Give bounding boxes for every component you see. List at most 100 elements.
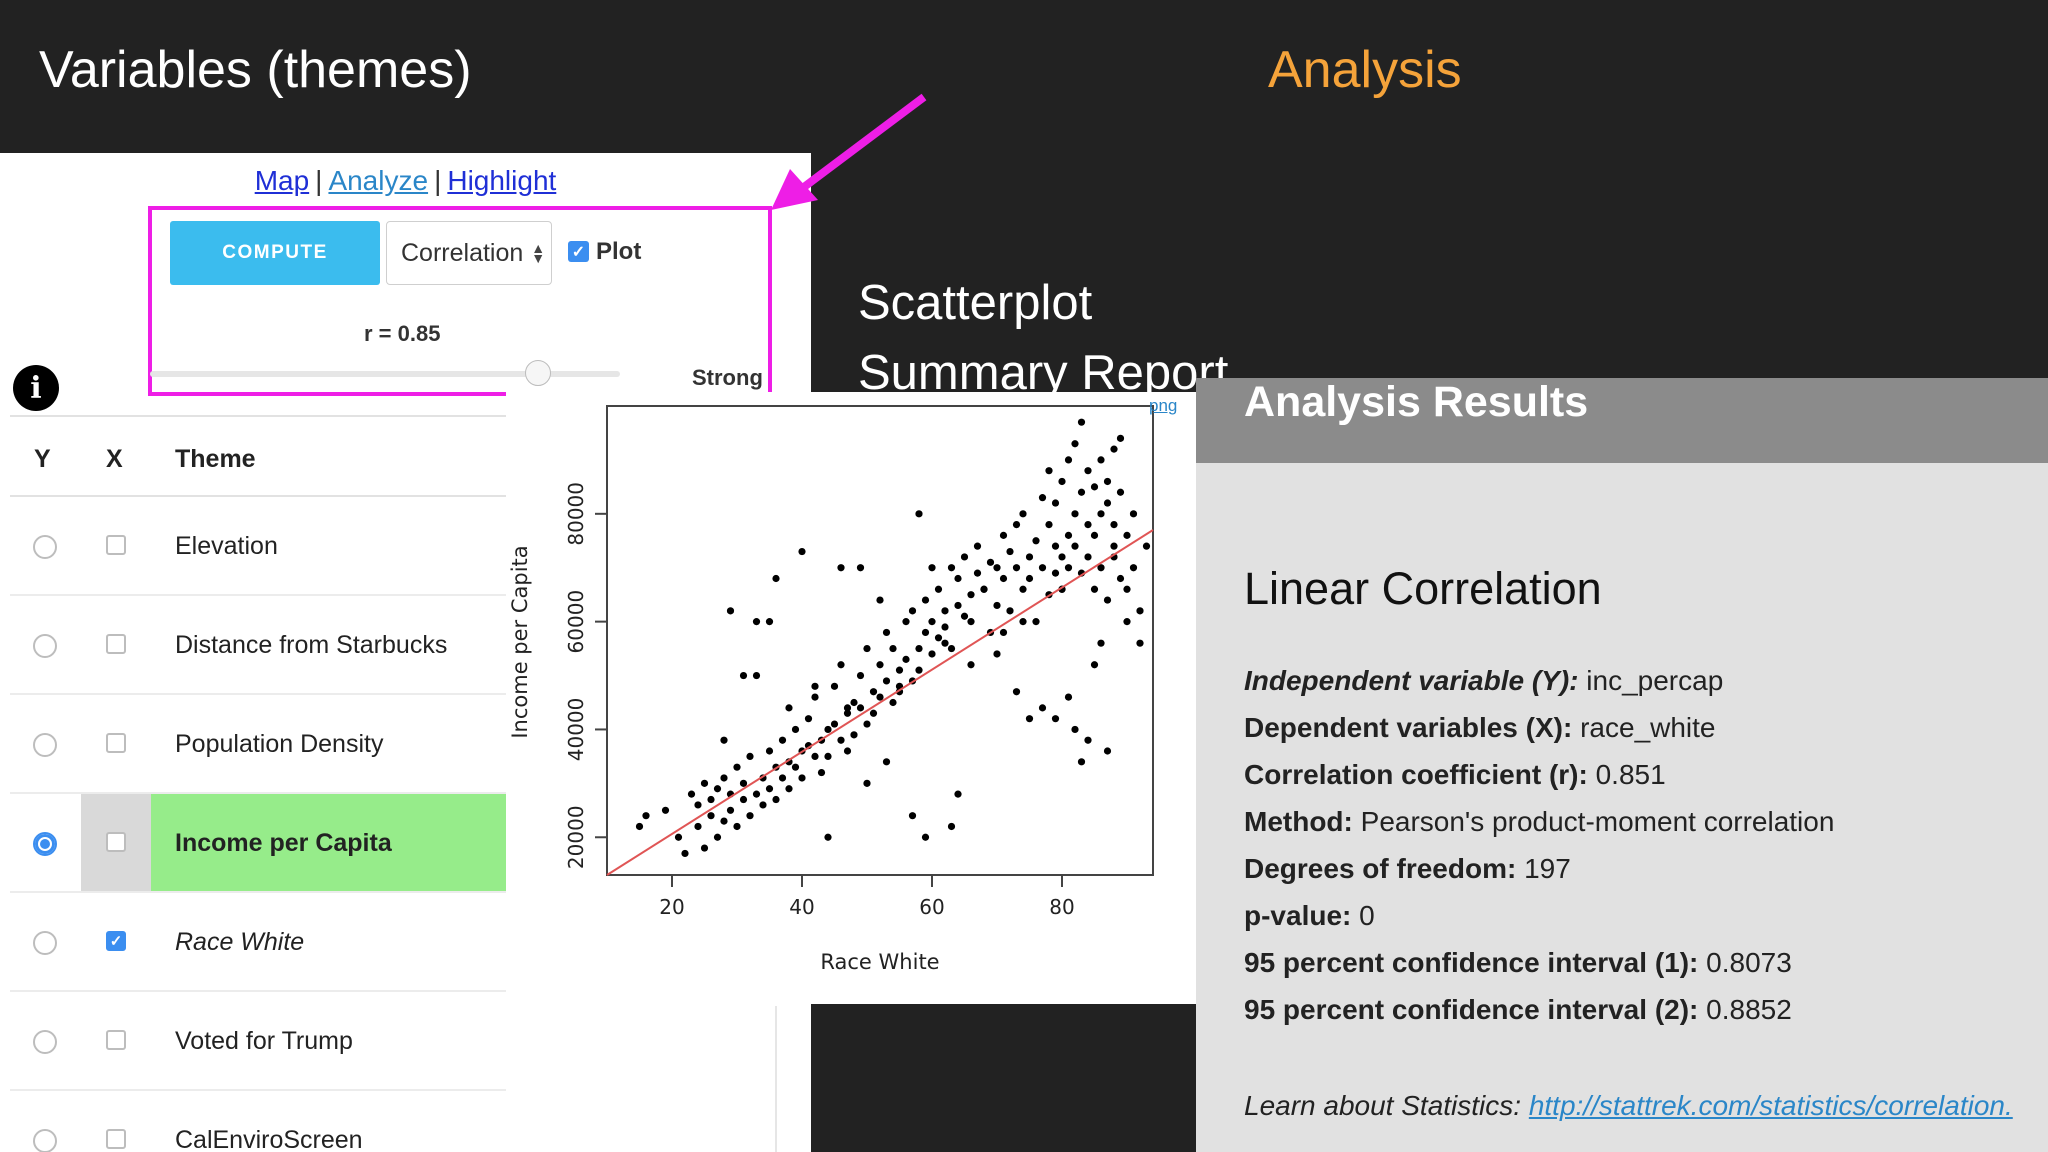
x-checkbox[interactable]: ✓	[106, 931, 126, 951]
data-point	[1064, 456, 1073, 464]
data-point	[1097, 639, 1105, 647]
x-checkbox[interactable]	[106, 1129, 126, 1149]
result-key: p-value:	[1244, 900, 1352, 931]
data-point	[733, 822, 741, 831]
data-point	[928, 618, 936, 626]
result-key: Degrees of freedom:	[1244, 853, 1517, 884]
data-point	[1006, 547, 1014, 556]
data-point	[895, 666, 904, 674]
data-point	[1038, 564, 1047, 572]
data-point	[960, 612, 969, 620]
data-point	[811, 752, 819, 761]
tab-analyze[interactable]: Analyze	[328, 165, 428, 196]
data-point	[869, 709, 878, 717]
y-radio[interactable]	[33, 535, 57, 559]
data-point	[739, 795, 748, 804]
y-radio[interactable]	[33, 1030, 57, 1054]
x-checkbox[interactable]	[106, 634, 126, 654]
data-point	[642, 812, 650, 820]
data-point	[947, 564, 956, 572]
data-point	[941, 607, 949, 615]
data-point	[1077, 418, 1086, 426]
data-point	[1012, 688, 1021, 696]
result-key: Independent variable (Y):	[1244, 665, 1579, 696]
info-icon[interactable]: i	[13, 365, 59, 411]
data-point	[674, 833, 683, 841]
data-point	[941, 639, 949, 647]
slide-title-analysis: Analysis	[1268, 41, 1462, 99]
table-row[interactable]: Population Density	[10, 695, 506, 794]
data-point	[759, 801, 767, 809]
slide-title-variables: Variables (themes)	[39, 41, 472, 99]
panel-divider	[775, 1006, 777, 1152]
select-arrows-icon: ▲ ▼	[531, 240, 546, 266]
result-value: 0	[1359, 900, 1375, 931]
learn-statistics-link[interactable]: http://stattrek.com/statistics/correlati…	[1529, 1090, 2013, 1121]
tab-map[interactable]: Map	[255, 165, 309, 196]
table-row[interactable]: Distance from Starbucks	[10, 596, 506, 695]
x-checkbox[interactable]	[106, 733, 126, 753]
annotation-arrow-shaft	[797, 93, 927, 194]
data-point	[1129, 564, 1138, 572]
results-title: Analysis Results	[1244, 378, 1589, 426]
theme-name: Voted for Trump	[175, 1027, 353, 1055]
header-theme: Theme	[175, 445, 256, 473]
table-row[interactable]: Voted for Trump	[10, 992, 506, 1091]
table-row[interactable]: Income per Capita	[10, 794, 506, 893]
x-checkbox[interactable]	[106, 832, 126, 852]
data-point	[954, 790, 962, 798]
plot-checkbox[interactable]: ✓	[568, 241, 589, 262]
data-point	[1116, 488, 1125, 496]
analysis-results-panel: Analysis Results Linear Correlation Inde…	[1196, 378, 2048, 1152]
data-point	[765, 618, 774, 626]
strength-slider-thumb[interactable]	[525, 360, 551, 386]
data-point	[999, 628, 1008, 637]
data-point	[707, 812, 715, 820]
result-value: race_white	[1580, 712, 1716, 743]
data-point	[1136, 639, 1144, 647]
result-row: 95 percent confidence interval (2): 0.88…	[1244, 994, 1792, 1026]
data-point	[999, 574, 1008, 583]
data-point	[1123, 618, 1131, 626]
data-point	[1064, 693, 1073, 701]
table-row[interactable]: CalEnviroScreen	[10, 1091, 506, 1152]
table-row[interactable]: Elevation	[10, 497, 506, 596]
data-point	[824, 725, 832, 734]
data-point	[713, 785, 722, 793]
result-row: 95 percent confidence interval (1): 0.80…	[1244, 947, 1792, 979]
data-point	[837, 564, 845, 572]
table-row[interactable]: ✓ Race White	[10, 893, 506, 992]
data-point	[739, 671, 748, 680]
theme-name: Elevation	[175, 532, 278, 560]
table-rows: Elevation Distance from Starbucks Populati…	[10, 497, 506, 1152]
compute-button[interactable]: COMPUTE	[170, 221, 380, 285]
y-radio[interactable]	[33, 1129, 57, 1152]
data-point	[850, 731, 858, 739]
data-point	[1051, 569, 1060, 577]
data-point	[811, 682, 819, 690]
data-point	[830, 682, 839, 690]
data-point	[778, 736, 787, 744]
data-point	[694, 801, 702, 809]
tab-highlight[interactable]: Highlight	[447, 165, 556, 196]
y-radio[interactable]	[33, 634, 57, 658]
data-point	[941, 623, 949, 631]
plot-frame	[606, 405, 1154, 876]
data-point	[1006, 607, 1014, 615]
x-checkbox[interactable]	[106, 535, 126, 555]
y-radio[interactable]	[33, 832, 57, 856]
data-point	[902, 655, 910, 663]
x-checkbox[interactable]	[106, 1030, 126, 1050]
data-point	[1090, 661, 1099, 669]
data-point	[947, 822, 956, 831]
y-radio[interactable]	[33, 931, 57, 955]
y-radio[interactable]	[33, 733, 57, 757]
data-point	[1038, 494, 1047, 502]
tab-separator: |	[434, 165, 442, 196]
method-select[interactable]: Correlation ▲ ▼	[386, 221, 552, 285]
theme-name: Population Density	[175, 730, 384, 758]
data-point	[1045, 520, 1053, 529]
y-tick-label: 20000	[564, 805, 588, 869]
data-point	[915, 666, 923, 674]
data-point	[973, 542, 982, 550]
